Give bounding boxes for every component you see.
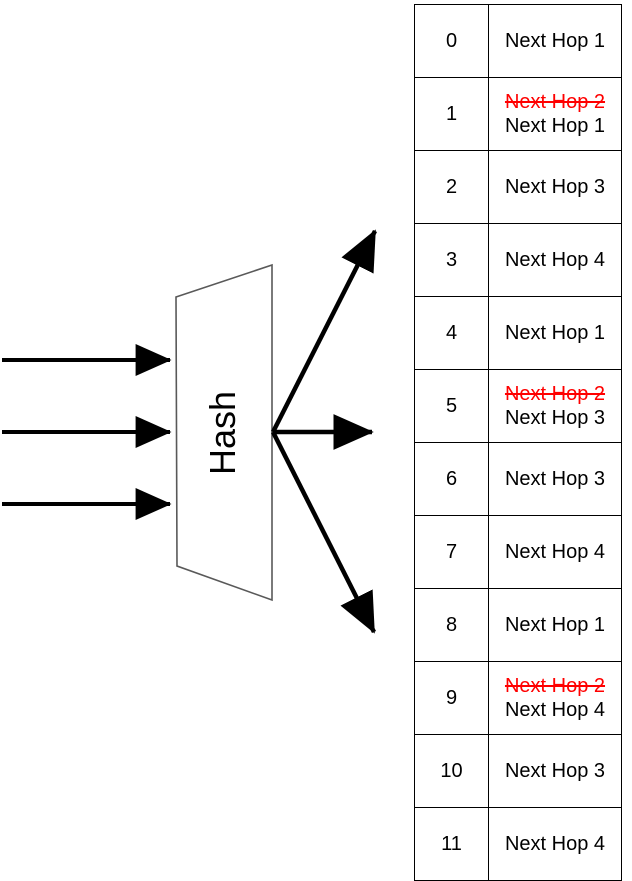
- bucket-index-cell: 1: [414, 77, 489, 151]
- next-hop-cell: Next Hop 4: [488, 515, 622, 589]
- next-hop-cell: Next Hop 4: [488, 807, 622, 881]
- current-next-hop: Next Hop 3: [504, 175, 606, 198]
- next-hop-cell: Next Hop 1: [488, 296, 622, 370]
- next-hop-cell: Next Hop 4: [488, 223, 622, 297]
- next-hop-cell: Next Hop 1: [488, 588, 622, 662]
- next-hop-cell: Next Hop 1: [488, 4, 622, 78]
- current-next-hop: Next Hop 1: [504, 321, 606, 344]
- table-row: 11 Next Hop 4: [414, 807, 622, 881]
- table-row: 9 Next Hop 2 Next Hop 4: [414, 661, 622, 735]
- bucket-index-cell: 11: [414, 807, 489, 881]
- bucket-index-cell: 5: [414, 369, 489, 443]
- next-hop-cell: Next Hop 2 Next Hop 4: [488, 661, 622, 735]
- hash-bucket-table-body: 0 Next Hop 1 1 Next Hop 2 Next Hop 1 2 Next Ho…: [414, 4, 622, 881]
- bucket-index-cell: 3: [414, 223, 489, 297]
- next-hop-cell: Next Hop 3: [488, 150, 622, 224]
- current-next-hop: Next Hop 4: [504, 699, 606, 721]
- output-arrow-down: [270, 430, 377, 634]
- current-next-hop: Next Hop 1: [504, 29, 606, 52]
- table-row: 5 Next Hop 2 Next Hop 3: [414, 369, 622, 443]
- hash-flow-diagram: [2, 229, 378, 634]
- current-next-hop: Next Hop 3: [504, 407, 606, 429]
- table-row: 6 Next Hop 3: [414, 442, 622, 516]
- current-next-hop: Next Hop 4: [504, 248, 606, 271]
- removed-next-hop: Next Hop 2: [504, 674, 606, 697]
- current-next-hop: Next Hop 4: [504, 832, 606, 855]
- output-arrow-up: [270, 229, 378, 434]
- current-next-hop: Next Hop 3: [504, 467, 606, 490]
- hash-bucket-table: 0 Next Hop 1 1 Next Hop 2 Next Hop 1 2 Next Ho…: [414, 4, 622, 881]
- table-row: 7 Next Hop 4: [414, 515, 622, 589]
- current-next-hop: Next Hop 1: [504, 613, 606, 636]
- removed-next-hop: Next Hop 2: [504, 90, 606, 113]
- table-row: 0 Next Hop 1: [414, 4, 622, 78]
- table-row: 2 Next Hop 3: [414, 150, 622, 224]
- bucket-index-cell: 9: [414, 661, 489, 735]
- bucket-index-cell: 6: [414, 442, 489, 516]
- bucket-index-cell: 10: [414, 734, 489, 808]
- current-next-hop: Next Hop 4: [504, 540, 606, 563]
- current-next-hop: Next Hop 3: [504, 759, 606, 782]
- table-row: 1 Next Hop 2 Next Hop 1: [414, 77, 622, 151]
- current-next-hop: Next Hop 1: [504, 115, 606, 137]
- next-hop-cell: Next Hop 3: [488, 734, 622, 808]
- bucket-index-cell: 8: [414, 588, 489, 662]
- bucket-index-cell: 7: [414, 515, 489, 589]
- table-row: 3 Next Hop 4: [414, 223, 622, 297]
- bucket-index-cell: 4: [414, 296, 489, 370]
- next-hop-cell: Next Hop 2 Next Hop 3: [488, 369, 622, 443]
- diagram-canvas: Hash 0 Next Hop 1 1 Next Hop 2 Next Hop 1 2 Ne…: [0, 0, 632, 881]
- next-hop-cell: Next Hop 2 Next Hop 1: [488, 77, 622, 151]
- table-row: 8 Next Hop 1: [414, 588, 622, 662]
- bucket-index-cell: 0: [414, 4, 489, 78]
- table-row: 10 Next Hop 3: [414, 734, 622, 808]
- table-row: 4 Next Hop 1: [414, 296, 622, 370]
- bucket-index-cell: 2: [414, 150, 489, 224]
- next-hop-cell: Next Hop 3: [488, 442, 622, 516]
- hash-block-shape: [175, 263, 273, 602]
- removed-next-hop: Next Hop 2: [504, 382, 606, 405]
